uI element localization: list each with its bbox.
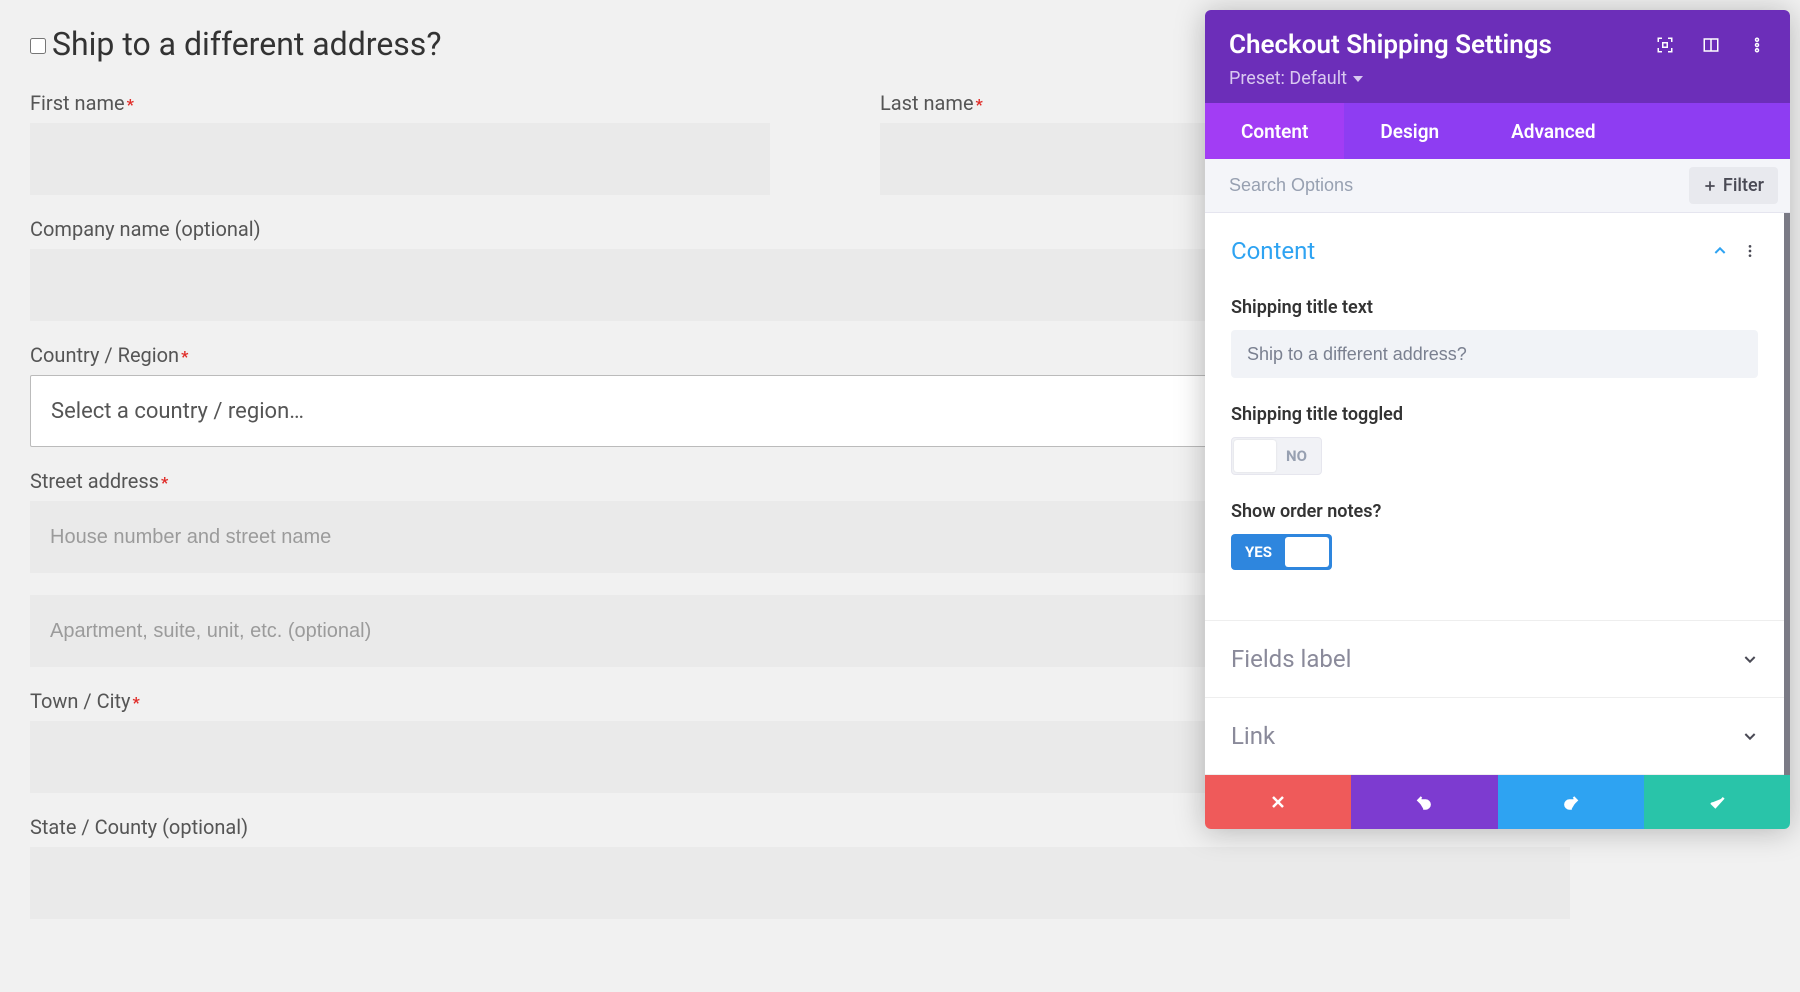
columns-icon[interactable] <box>1702 36 1720 54</box>
check-icon <box>1707 792 1727 812</box>
preset-selector[interactable]: Preset: Default <box>1229 68 1766 89</box>
panel-header: Checkout Shipping Settings Preset: Defau… <box>1205 10 1790 103</box>
panel-title: Checkout Shipping Settings <box>1229 30 1552 60</box>
panel-footer <box>1205 775 1790 829</box>
town-label: Town / City <box>30 689 131 713</box>
settings-panel: Checkout Shipping Settings Preset: Defau… <box>1205 10 1790 829</box>
undo-icon <box>1414 792 1434 812</box>
first-name-input[interactable] <box>30 123 770 195</box>
panel-body[interactable]: Content Shipping title text Shipping tit… <box>1205 213 1790 775</box>
tab-design[interactable]: Design <box>1344 103 1475 159</box>
filter-button[interactable]: Filter <box>1689 167 1778 204</box>
show-order-notes-toggle[interactable]: YES <box>1231 534 1332 570</box>
required-asterisk: * <box>127 95 134 114</box>
more-vertical-icon[interactable] <box>1742 243 1758 259</box>
save-button[interactable] <box>1644 775 1790 829</box>
plus-icon <box>1703 179 1717 193</box>
shipping-title-toggled-label: Shipping title toggled <box>1231 404 1758 425</box>
toggle-knob <box>1285 537 1329 567</box>
section-link-header[interactable]: Link <box>1231 722 1758 750</box>
toggle-label-yes: YES <box>1231 534 1282 570</box>
country-select-placeholder: Select a country / region… <box>51 399 304 424</box>
ship-different-checkbox[interactable] <box>30 38 46 54</box>
chevron-down-icon <box>1742 728 1758 744</box>
chevron-down-icon <box>1742 651 1758 667</box>
show-order-notes-label: Show order notes? <box>1231 501 1758 522</box>
street-label: Street address <box>30 469 159 493</box>
panel-tabs: Content Design Advanced <box>1205 103 1790 159</box>
first-name-label: First name <box>30 91 125 115</box>
chevron-up-icon <box>1712 243 1728 259</box>
filter-label: Filter <box>1723 175 1764 196</box>
required-asterisk: * <box>976 95 983 114</box>
more-icon[interactable] <box>1748 36 1766 54</box>
preset-label: Preset: Default <box>1229 68 1347 89</box>
search-row: Filter <box>1205 159 1790 213</box>
toggle-label-no: NO <box>1278 447 1321 465</box>
required-asterisk: * <box>161 473 168 492</box>
required-asterisk: * <box>133 693 140 712</box>
last-name-label: Last name <box>880 91 974 115</box>
country-label: Country / Region <box>30 343 179 367</box>
section-link: Link <box>1205 698 1784 775</box>
shipping-title-text-input[interactable] <box>1231 330 1758 378</box>
section-content-title: Content <box>1231 237 1315 265</box>
section-link-title: Link <box>1231 722 1275 750</box>
undo-button[interactable] <box>1351 775 1497 829</box>
toggle-knob <box>1234 440 1276 472</box>
close-icon <box>1268 792 1288 812</box>
search-options-input[interactable] <box>1229 168 1679 204</box>
section-fields-label-header[interactable]: Fields label <box>1231 645 1758 673</box>
state-label: State / County (optional) <box>30 815 248 839</box>
expand-icon[interactable] <box>1656 36 1674 54</box>
section-fields-label-title: Fields label <box>1231 645 1351 673</box>
redo-icon <box>1561 792 1581 812</box>
section-content-header[interactable]: Content <box>1231 237 1758 265</box>
chevron-down-icon <box>1353 74 1363 84</box>
tab-advanced[interactable]: Advanced <box>1475 103 1631 159</box>
section-content: Content Shipping title text Shipping tit… <box>1205 213 1784 621</box>
shipping-title-toggled-toggle[interactable]: NO <box>1231 437 1322 475</box>
state-input[interactable] <box>30 847 1570 919</box>
section-fields-label: Fields label <box>1205 621 1784 698</box>
company-label: Company name (optional) <box>30 217 261 241</box>
shipping-title-text-label: Shipping title text <box>1231 297 1758 318</box>
redo-button[interactable] <box>1498 775 1644 829</box>
required-asterisk: * <box>181 347 188 366</box>
ship-different-text: Ship to a different address? <box>52 25 441 63</box>
cancel-button[interactable] <box>1205 775 1351 829</box>
tab-content[interactable]: Content <box>1205 103 1344 159</box>
